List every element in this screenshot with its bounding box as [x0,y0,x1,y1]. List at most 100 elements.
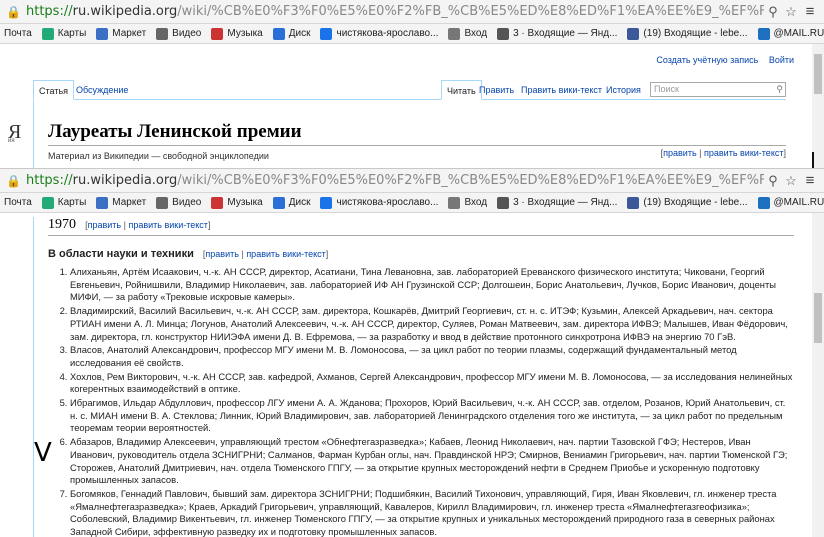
tab-edit-wiki[interactable]: Править вики-текст [516,80,607,100]
tab-talk[interactable]: Обсуждение [71,80,133,100]
entry-fragment: Ибрагимов, Ильдар Абдуллович, профессор … [70,397,380,409]
bookmark-label: Диск [288,197,311,208]
bookmark-item[interactable]: Музыка [211,27,263,40]
bookmark-item[interactable]: Почта [4,28,32,39]
create-account-link[interactable]: Создать учётную запись [656,55,758,65]
edit-wiki-link[interactable]: править вики-текст [246,249,325,259]
page-title: Лауреаты Ленинской премии [48,121,302,142]
laureate-entry-text: Ибрагимов, Ильдар Абдуллович, профессор … [70,397,785,433]
bookmark-item[interactable]: Музыка [211,196,263,209]
url-path: /wiki/%CB%E0%F3%F0%E5%E0%F2%FB_%CB%E5%ED… [177,4,764,19]
laureate-entry-text: Алиханьян, Артём Исаакович, ч.-к. АН ССС… [70,266,776,302]
bookmark-item[interactable]: Вход [448,196,487,209]
login-link[interactable]: Войти [769,55,794,65]
tab-edit[interactable]: Править [474,80,519,100]
entry-fragment: , — [349,461,364,473]
bookmark-item[interactable]: Диск [272,27,310,40]
bracket-close: ] [325,249,329,259]
scrollbar-thumb[interactable] [814,293,822,343]
laureate-entry-text: Богомяков, Геннадий Павлович, бывший зам… [70,488,776,537]
star-icon[interactable]: ☆ [782,4,800,20]
url-text[interactable]: https://ru.wikipedia.org/wiki/%CB%E0%F3%… [26,4,764,19]
bookmark-item[interactable]: чистякова-ярославо... [320,196,438,209]
bookmark-favicon-icon [96,196,109,209]
bookmark-favicon-icon [320,196,333,209]
bookmark-label: (19) Входящие - lebe... [643,197,748,208]
bookmark-item[interactable]: чистякова-ярославо... [320,27,439,40]
tab-history[interactable]: История [601,80,646,100]
edit-wiki-link[interactable]: править вики-текст [128,220,207,230]
bookmark-item[interactable]: Вход [448,27,487,40]
list-item: Хохлов, Рем Викторович, ч.-к. АН СССР, з… [70,371,794,396]
scrollbar-bottom-window[interactable] [812,213,824,537]
bookmark-item[interactable]: Почта [4,197,32,208]
bookmark-label: чистякова-ярославо... [336,28,439,39]
bookmark-favicon-icon [448,196,461,209]
laureate-entry-text: Хохлов, Рем Викторович, ч.-к. АН СССР, з… [70,371,792,395]
bookmark-label: (19) Входящие - lebe... [643,28,748,39]
bookmark-favicon-icon [320,27,333,40]
edit-wiki-link[interactable]: править вики-текст [704,148,783,158]
address-bar[interactable]: 🔒 https://ru.wikipedia.org/wiki/%CB%E0%F… [0,0,824,24]
entry-fragment: , — [98,291,114,303]
url-host: ru.wikipedia.org [72,4,178,19]
url-path: /wiki/%CB%E0%F3%F0%E5%E0%F2%FB_%CB%E5%ED… [177,173,764,188]
bookmark-item[interactable]: @MAIL.RU: почта, по... [757,27,824,40]
bookmark-favicon-icon [41,196,54,209]
entry-fragment: Богомяков, Геннадий Павлович, бывший зам… [70,487,370,499]
bookmark-favicon-icon [156,27,169,40]
bookmark-item[interactable]: Маркет [96,27,147,40]
bookmark-favicon-icon [41,27,54,40]
bookmark-item[interactable]: (19) Входящие - lebe... [627,27,748,40]
bookmark-label: Маркет [112,28,147,39]
edit-link[interactable]: править [205,249,239,259]
entry-fragment: Хохлов, Рем Викторович, ч.-к. АН СССР, з… [70,370,647,382]
browser-window-top: 🔒 https://ru.wikipedia.org/wiki/%CB%E0%F… [0,0,824,170]
bookmark-item[interactable]: 3 · Входящие — Янд... [497,27,617,40]
content-border [33,217,34,537]
bookmark-item[interactable]: Карты [41,27,87,40]
bookmark-item[interactable]: Маркет [96,196,146,209]
section-title: В области науки и техники [48,248,194,260]
wikipedia-logo-sub: ия [8,138,15,144]
bookmark-item[interactable]: @MAIL.RU: почта, по... [757,196,824,209]
bookmark-item[interactable]: 3 · Входящие — Янд... [497,196,617,209]
bookmark-favicon-icon [627,196,640,209]
bookmark-item[interactable]: Видео [156,27,201,40]
laureate-entry-text: Власов, Анатолий Александрович, профессо… [70,344,737,368]
entry-fragment: Власов, Анатолий Александрович, профессо… [70,344,405,356]
entry-fragment: Абазаров, Владимир Алексеевич, управляющ… [70,436,425,448]
search-button-icon[interactable]: ⚲ [776,84,783,95]
bookmarks-bar: Почта Карты Маркет Видео Музыка Диск чистякова… [0,193,824,213]
section-heading: В области науки и техники [править | пра… [48,248,794,260]
edit-link[interactable]: править [663,148,697,158]
edit-link[interactable]: править [88,220,122,230]
bookmark-label: Карты [57,28,87,39]
bookmark-item[interactable]: (19) Входящие - lebe... [627,196,748,209]
entry-fragment: , — [635,409,650,421]
lock-icon: 🔒 [6,4,21,19]
tab-article[interactable]: Статья [33,80,75,100]
search-input[interactable]: Поиск [650,82,786,97]
address-bar[interactable]: 🔒 https://ru.wikipedia.org/wiki/%CB%E0%F… [0,169,824,193]
hamburger-icon[interactable]: ≡ [800,3,820,20]
bookmark-item[interactable]: Видео [156,196,201,209]
bookmark-label: Музыка [227,28,263,39]
bookmark-favicon-icon [211,27,224,40]
laureate-entry-text: Абазаров, Владимир Алексеевич, управляющ… [70,436,787,485]
entry-fragment: , — [370,513,385,525]
entry-fragment: за разработку и ввод в действие протонно… [366,330,736,342]
bookmark-item[interactable]: Карты [41,196,86,209]
bookmark-favicon-icon [96,27,109,40]
site-tagline: Материал из Википедии — свободной энцикл… [48,151,269,161]
hamburger-icon[interactable]: ≡ [800,172,820,189]
bookmark-favicon-icon [272,27,285,40]
url-text[interactable]: https://ru.wikipedia.org/wiki/%CB%E0%F3%… [26,173,764,188]
bracket-close: ] [783,148,786,158]
bookmark-item[interactable]: Диск [272,196,311,209]
search-icon[interactable]: ⚲ [764,173,782,189]
star-icon[interactable]: ☆ [782,173,800,189]
scrollbar-thumb[interactable] [814,54,822,94]
search-icon[interactable]: ⚲ [764,4,782,20]
list-item: Абазаров, Владимир Алексеевич, управляющ… [70,436,794,487]
